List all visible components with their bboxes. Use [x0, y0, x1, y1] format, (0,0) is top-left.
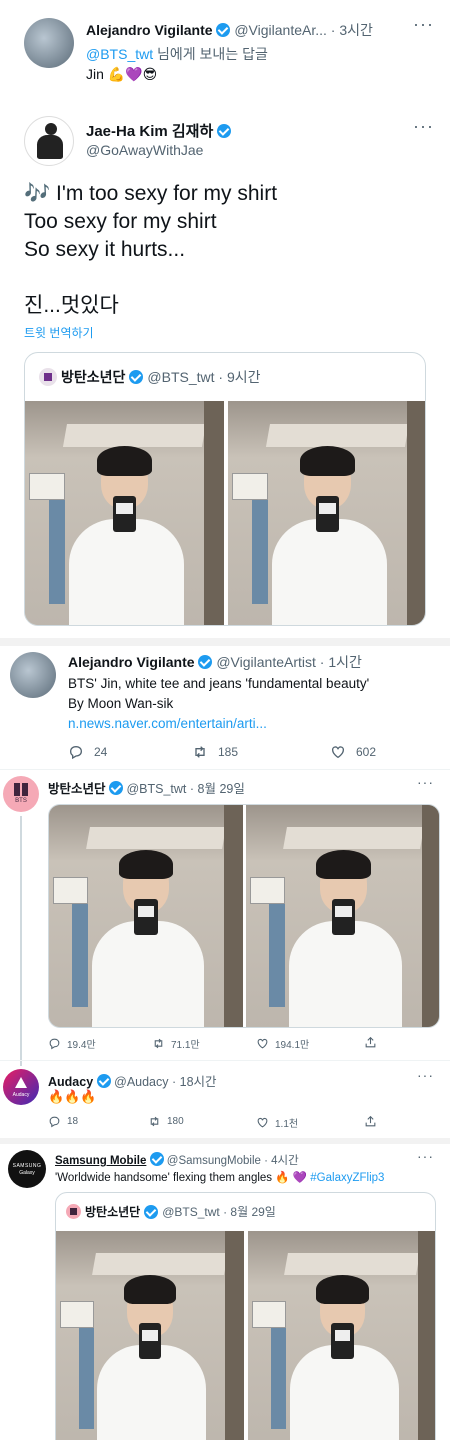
tweet[interactable]: SAMSUNG Galaxy Samsung Mobile @SamsungMo… — [0, 1144, 450, 1440]
author-name[interactable]: Alejandro Vigilante — [68, 654, 195, 670]
tweet-line-1: 🎶 I'm too sexy for my shirt — [24, 182, 278, 205]
verified-icon — [144, 1204, 159, 1219]
verified-icon — [96, 1074, 111, 1088]
tweet[interactable]: Alejandro Vigilante @VigilanteArtist · 1… — [0, 646, 450, 770]
quoted-tweet[interactable]: 방탄소년단 @BTS_twt · 9시간 — [24, 352, 426, 626]
bts-logo-icon — [39, 368, 57, 386]
author-handle[interactable]: @BTS_twt · 8월 29일 — [126, 782, 244, 796]
verified-icon — [217, 124, 232, 138]
tweet[interactable]: BTS 방탄소년단 @BTS_twt · 8월 29일 ··· 19.4만 71… — [0, 770, 450, 1066]
author-handle[interactable]: @Audacy · 18시간 — [114, 1075, 216, 1089]
tweet-text: By Moon Wan-sik — [68, 696, 174, 711]
avatar[interactable]: SAMSUNG Galaxy — [8, 1150, 46, 1188]
quote-author[interactable]: 방탄소년단 — [61, 367, 125, 387]
heart-icon — [332, 746, 344, 759]
tweet-line-2: Too sexy for my shirt — [24, 210, 217, 233]
author-handle[interactable]: @GoAwayWithJae — [86, 142, 203, 158]
separator-band — [0, 638, 450, 646]
author-name[interactable]: Audacy — [48, 1075, 93, 1089]
photo[interactable] — [25, 401, 224, 625]
like-button[interactable]: 602 — [330, 744, 376, 760]
mention-link[interactable]: @BTS_twt — [86, 46, 153, 62]
retweet-button[interactable]: 71.1만 — [152, 1036, 200, 1051]
avatar-text: SAMSUNG — [12, 1163, 42, 1169]
tweet-text: BTS' Jin, white tee and jeans 'fundament… — [68, 676, 370, 691]
retweet-icon — [195, 746, 205, 758]
bts-logo-icon — [66, 1204, 81, 1219]
avatar-text: Audacy — [12, 1092, 30, 1098]
retweet-button[interactable]: 180 — [148, 1115, 184, 1128]
share-button[interactable] — [364, 1115, 377, 1128]
quote-handle[interactable]: @BTS_twt · 8월 29일 — [162, 1203, 276, 1220]
more-icon[interactable]: ··· — [417, 1067, 434, 1083]
retweet-icon — [150, 1116, 159, 1127]
quoted-tweet[interactable]: 방탄소년단 @BTS_twt · 8월 29일 — [55, 1192, 436, 1440]
share-button[interactable] — [364, 1036, 377, 1049]
photo[interactable] — [49, 805, 243, 1027]
avatar[interactable] — [24, 116, 74, 166]
verified-icon — [198, 655, 213, 669]
timestamp[interactable]: · 3시간 — [331, 22, 373, 38]
media-grid — [48, 804, 440, 1028]
photo[interactable] — [246, 805, 439, 1027]
reply-icon — [49, 1038, 60, 1050]
reply-icon — [69, 745, 83, 760]
like-button[interactable]: 1.1천 — [256, 1115, 298, 1130]
tweet-line-3: So sexy it hurts... — [24, 238, 186, 261]
photo[interactable] — [228, 401, 425, 625]
avatar[interactable] — [10, 652, 56, 698]
reply-button[interactable]: 18 — [48, 1115, 78, 1128]
tweet-line-4: 진...멋있다 — [24, 294, 119, 317]
share-icon — [365, 1115, 376, 1127]
avatar-text: BTS — [15, 798, 27, 804]
hashtag-link[interactable]: #GalaxyZFlip3 — [310, 1172, 384, 1184]
photo[interactable] — [248, 1231, 435, 1440]
tweet[interactable]: Audacy Audacy @Audacy · 18시간 ··· 🔥🔥🔥 18 … — [0, 1060, 450, 1138]
reply-label: 님에게 보내는 답글 — [157, 46, 268, 62]
reply-icon — [49, 1116, 60, 1128]
tweet-text: Jin 💪💜😎 — [86, 66, 158, 82]
heart-icon — [257, 1117, 268, 1128]
tweet-text: 🔥🔥🔥 — [48, 1089, 97, 1104]
heart-icon — [257, 1038, 268, 1049]
author-name[interactable]: Alejandro Vigilante — [86, 22, 213, 38]
main-tweet: Jae-Ha Kim 김재하 @GoAwayWithJae ··· 🎶 I'm … — [0, 98, 450, 638]
author-name[interactable]: 방탄소년단 — [48, 782, 106, 796]
quote-handle[interactable]: @BTS_twt · 9시간 — [147, 367, 260, 387]
share-icon — [365, 1036, 376, 1048]
more-icon[interactable]: ··· — [417, 774, 434, 790]
author-name[interactable]: Samsung Mobile — [55, 1155, 146, 1167]
translate-link[interactable]: 트윗 번역하기 — [24, 324, 94, 341]
verified-icon — [109, 781, 123, 795]
retweet-button[interactable]: 185 — [192, 744, 238, 760]
reply-button[interactable]: 24 — [68, 744, 107, 760]
tweet-text: 'Worldwide handsome' flexing them angles… — [55, 1172, 308, 1184]
verified-icon — [149, 1152, 164, 1166]
author-handle[interactable]: @SamsungMobile · 4시간 — [167, 1155, 299, 1167]
like-button[interactable]: 194.1만 — [256, 1036, 309, 1051]
news-link[interactable]: n.news.naver.com/entertain/arti... — [68, 714, 438, 734]
avatar-text: Galaxy — [19, 1170, 35, 1176]
retweet-icon — [154, 1038, 163, 1049]
avatar[interactable] — [24, 18, 74, 68]
more-icon[interactable]: ··· — [413, 116, 434, 137]
verified-icon — [129, 370, 144, 384]
reply-tweet[interactable]: Alejandro Vigilante @VigilanteAr... · 3시… — [0, 0, 450, 98]
author-handle[interactable]: @VigilanteArtist · 1시간 — [216, 654, 362, 670]
music-notes-icon: 🎶 — [24, 182, 51, 205]
avatar[interactable]: BTS — [3, 776, 39, 812]
author-handle[interactable]: @VigilanteAr... — [234, 22, 327, 38]
more-icon[interactable]: ··· — [417, 1148, 434, 1164]
verified-icon — [216, 23, 231, 37]
author-name[interactable]: Jae-Ha Kim 김재하 — [86, 123, 213, 140]
more-icon[interactable]: ··· — [413, 14, 434, 35]
photo[interactable] — [56, 1231, 244, 1440]
avatar[interactable]: Audacy — [3, 1069, 39, 1105]
reply-button[interactable]: 19.4만 — [48, 1036, 96, 1051]
quote-author[interactable]: 방탄소년단 — [85, 1203, 140, 1220]
thread-line — [20, 816, 22, 1066]
